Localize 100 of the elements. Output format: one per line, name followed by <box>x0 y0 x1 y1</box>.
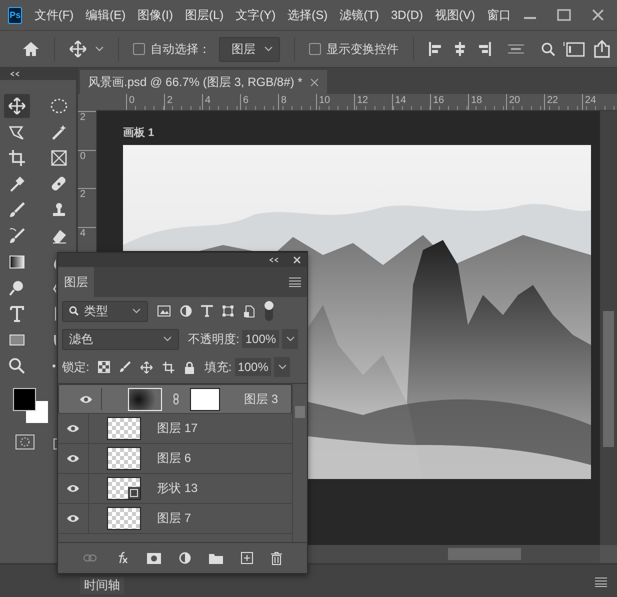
collapse-icon[interactable] <box>269 257 279 263</box>
layer-row[interactable]: 图层 17 <box>58 414 292 444</box>
smart-object-icon[interactable] <box>243 304 255 318</box>
filter-dropdown[interactable]: 类型 <box>62 300 148 322</box>
share-icon[interactable] <box>593 40 612 58</box>
mask-icon[interactable] <box>147 552 161 564</box>
lock-icon[interactable] <box>184 360 196 374</box>
trash-icon[interactable] <box>271 552 282 564</box>
maximize-icon[interactable] <box>557 9 571 21</box>
filter-toggle-icon[interactable] <box>264 300 274 322</box>
eye-icon[interactable] <box>66 484 80 493</box>
caret-icon[interactable] <box>94 46 104 52</box>
menu-item[interactable]: 窗口 <box>487 6 511 24</box>
caret-icon <box>264 46 273 52</box>
move-tool-icon[interactable] <box>4 94 30 118</box>
horizontal-scrollbar[interactable] <box>309 545 600 563</box>
menu-icon[interactable] <box>289 277 301 287</box>
ruler-label: 2 <box>78 188 96 226</box>
layer-row[interactable]: 图层 6 <box>58 444 292 474</box>
eye-icon[interactable] <box>79 394 93 404</box>
app-logo: Ps <box>8 6 22 24</box>
auto-select-label: 自动选择： <box>150 40 211 58</box>
fill-dropdown[interactable] <box>274 357 290 377</box>
close-icon[interactable] <box>293 256 301 264</box>
brush-icon[interactable] <box>119 361 132 373</box>
fill-field[interactable]: 100% <box>234 358 272 376</box>
layer-row[interactable]: 形状 13 <box>58 474 292 504</box>
layers-scrollbar[interactable] <box>292 384 307 542</box>
vertical-scrollbar[interactable] <box>600 111 617 545</box>
crop-icon[interactable] <box>162 360 176 374</box>
layer-name: 图层 3 <box>244 390 278 408</box>
caret-icon <box>278 364 287 370</box>
ruler-label: 4 <box>202 94 240 110</box>
menu-item[interactable]: 图层(L) <box>185 6 224 24</box>
menu-item[interactable]: 文件(F) <box>34 6 74 24</box>
eye-icon[interactable] <box>66 514 80 523</box>
timeline-tab[interactable]: 时间轴 <box>80 577 124 594</box>
menu-item[interactable]: 文字(Y) <box>236 6 276 24</box>
blend-mode-dropdown[interactable]: 滤色 <box>62 328 179 350</box>
quick-mask-icon[interactable] <box>15 434 35 450</box>
ruler-label: 12 <box>354 94 392 110</box>
eye-icon[interactable] <box>66 454 80 463</box>
ruler-label: 2 <box>78 111 96 150</box>
ruler-label: 2 <box>164 94 202 110</box>
shape-icon[interactable] <box>222 305 234 317</box>
collapse-icon[interactable] <box>10 71 20 77</box>
target-dropdown[interactable]: 图层 <box>218 36 280 62</box>
ruler-label: 6 <box>240 94 278 110</box>
ruler-label: 14 <box>392 94 430 110</box>
image-icon[interactable] <box>157 305 171 317</box>
ruler-label: 16 <box>430 94 468 110</box>
menu-item[interactable]: 滤镜(T) <box>340 6 379 24</box>
workspace-icon[interactable] <box>563 41 586 57</box>
opacity-label: 不透明度: <box>188 330 240 348</box>
layers-tab[interactable]: 图层 <box>58 267 94 297</box>
home-icon[interactable] <box>22 41 40 57</box>
checkerboard-icon[interactable] <box>98 361 110 373</box>
ruler-label: 20 <box>506 94 544 110</box>
caret-icon <box>132 308 141 314</box>
close-icon[interactable] <box>591 9 605 21</box>
menu-item[interactable]: 编辑(E) <box>86 6 126 24</box>
half-circle-icon[interactable] <box>179 552 191 564</box>
document-tab[interactable]: 风景画.psd @ 66.7% (图层 3, RGB/8#) * <box>80 70 328 94</box>
menu-item[interactable]: 选择(S) <box>288 6 328 24</box>
caret-icon <box>286 336 295 342</box>
link-icon[interactable] <box>173 393 179 405</box>
lock-label: 锁定: <box>62 358 90 376</box>
artboard-label: 画板 1 <box>123 126 156 140</box>
ruler-label: 0 <box>78 150 96 188</box>
half-circle-icon[interactable] <box>180 305 192 317</box>
layer-row[interactable]: 图层 3 <box>58 384 292 414</box>
move-icon[interactable] <box>68 40 87 58</box>
layer-mask-thumbnail <box>190 388 220 410</box>
layer-row[interactable]: 图层 7 <box>58 504 292 534</box>
caret-icon <box>163 336 172 342</box>
add-icon[interactable] <box>241 552 253 564</box>
color-swatches-drawing[interactable] <box>13 388 49 424</box>
layer-name: 图层 17 <box>157 420 198 437</box>
checkbox[interactable] <box>132 43 145 55</box>
search-icon[interactable] <box>541 42 556 56</box>
eye-icon[interactable] <box>66 424 80 433</box>
fill-label: 填充: <box>204 358 232 376</box>
ruler-label: 8 <box>278 94 316 110</box>
ruler-label: 10 <box>316 94 354 110</box>
menu-item[interactable]: 视图(V) <box>435 6 475 24</box>
type-icon[interactable] <box>201 305 213 317</box>
menu-item[interactable]: 图像(I) <box>138 6 173 24</box>
ruler-label: 18 <box>468 94 506 110</box>
menu-icon[interactable] <box>595 577 607 587</box>
opacity-field[interactable]: 100% <box>242 330 280 348</box>
layer-name: 图层 6 <box>157 450 192 467</box>
move-icon[interactable] <box>140 360 154 374</box>
close-icon[interactable] <box>310 78 320 86</box>
align-left-icon[interactable] <box>428 41 444 57</box>
show-transform-label: 显示变换控件 <box>326 40 399 58</box>
ruler-label: 24 <box>582 94 617 110</box>
checkbox[interactable] <box>308 43 321 55</box>
opacity-dropdown[interactable] <box>282 329 298 349</box>
menu-item[interactable]: 3D(D) <box>391 8 423 22</box>
search-icon <box>69 306 79 316</box>
